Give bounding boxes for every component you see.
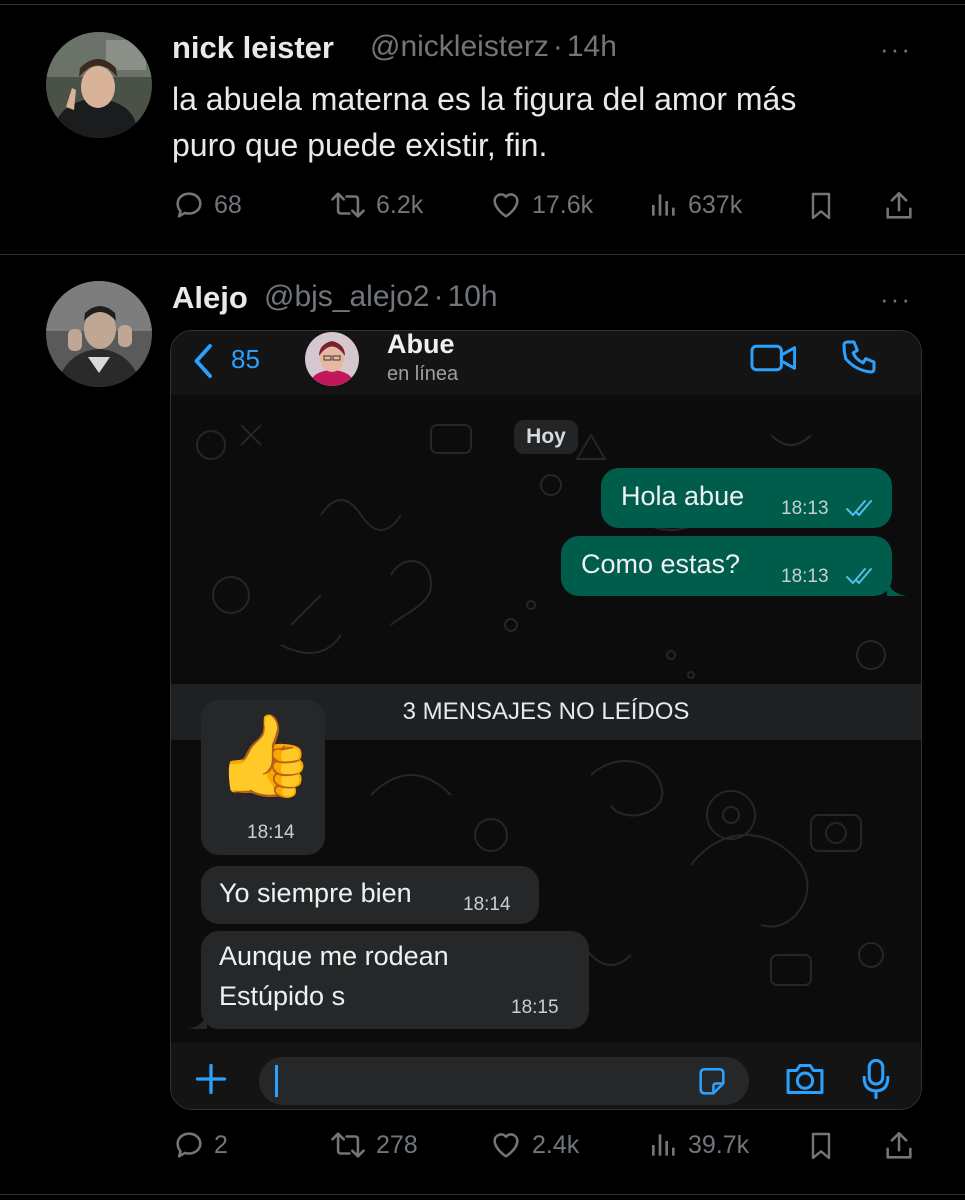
more-options-button[interactable]: ···	[880, 284, 912, 315]
like-count: 2.4k	[532, 1130, 580, 1159]
retweet-button[interactable]: 278	[328, 1128, 418, 1162]
share-button[interactable]	[882, 1128, 916, 1164]
more-options-button[interactable]: ···	[880, 34, 912, 65]
video-call-icon[interactable]	[749, 341, 799, 375]
double-check-icon	[846, 568, 872, 584]
views-button[interactable]: 39.7k	[648, 1128, 749, 1162]
contact-avatar[interactable]	[305, 332, 359, 386]
contact-name[interactable]: Abue	[387, 331, 455, 360]
date-chip: Hoy	[514, 420, 578, 454]
views-icon	[652, 194, 675, 216]
chat-background: Hoy Hola abue 18:13 Como estas? 18:13 3 …	[171, 395, 921, 1043]
message-text: Yo siempre bien	[219, 878, 412, 908]
message-bubble-incoming[interactable]: 👍 18:14	[201, 700, 325, 855]
retweet-icon	[331, 192, 365, 218]
heart-icon	[493, 193, 519, 218]
share-icon	[886, 191, 912, 219]
like-count: 17.6k	[532, 190, 594, 219]
chat-header: 85 Abue en línea	[171, 331, 921, 395]
heart-icon	[493, 1133, 519, 1158]
top-divider	[0, 4, 965, 5]
views-icon	[652, 1134, 675, 1156]
bookmark-button[interactable]	[805, 188, 837, 224]
avatar-alejo[interactable]	[46, 281, 152, 387]
bookmark-button[interactable]	[805, 1128, 837, 1164]
author-name[interactable]: Alejo	[172, 280, 248, 316]
reply-count: 2	[214, 1130, 228, 1159]
views-count: 637k	[688, 190, 743, 219]
share-icon	[886, 1131, 912, 1159]
message-text: Hola abue	[621, 481, 745, 511]
message-time: 18:15	[511, 997, 559, 1018]
message-bubble-incoming[interactable]: Yo siempre bien 18:14	[201, 866, 539, 924]
plus-icon[interactable]	[193, 1061, 229, 1097]
avatar-nick[interactable]	[46, 32, 152, 138]
tweet-text: la abuela materna es la figura del amor …	[172, 81, 797, 163]
reply-button[interactable]: 68	[172, 188, 242, 222]
message-time: 18:13	[781, 498, 829, 519]
retweet-icon	[331, 1132, 365, 1158]
bubble-tail	[887, 580, 907, 596]
share-button[interactable]	[882, 188, 916, 224]
bubble-tail	[187, 1013, 207, 1029]
views-button[interactable]: 637k	[648, 188, 742, 222]
message-bubble-outgoing[interactable]: Como estas? 18:13	[561, 536, 892, 596]
author-name[interactable]: nick leister	[172, 30, 334, 66]
timestamp[interactable]: 10h	[448, 280, 498, 313]
bottom-divider	[0, 1194, 965, 1195]
camera-icon[interactable]	[783, 1059, 827, 1099]
message-input[interactable]	[259, 1057, 749, 1105]
reply-count: 68	[214, 190, 242, 219]
phone-icon[interactable]	[839, 337, 879, 377]
message-text-line-1: Aunque me rodean	[219, 941, 449, 971]
sticker-icon[interactable]	[695, 1065, 729, 1099]
message-bubble-incoming[interactable]: Aunque me rodean Estúpido s 18:15	[201, 931, 589, 1029]
double-check-icon	[846, 500, 872, 516]
author-handle[interactable]: @bjs_alejo2 · 10h	[264, 280, 498, 314]
microphone-icon[interactable]	[859, 1057, 893, 1101]
contact-status: en línea	[387, 363, 459, 385]
back-count[interactable]: 85	[231, 344, 260, 375]
attached-image[interactable]: 85 Abue en línea Hoy Hola abue 18:13 Com…	[170, 330, 922, 1110]
author-handle[interactable]: @nickleisterz · 14h	[370, 30, 617, 64]
message-time: 18:14	[463, 894, 511, 915]
bookmark-icon	[811, 192, 831, 220]
handle-text: @nickleisterz	[370, 30, 549, 63]
retweet-count: 6.2k	[376, 190, 424, 219]
separator: ·	[433, 280, 444, 313]
bookmark-icon	[811, 1132, 831, 1160]
reply-icon	[176, 192, 202, 218]
message-time: 18:13	[781, 566, 829, 587]
message-text: Como estas?	[581, 549, 741, 579]
text-cursor	[275, 1065, 278, 1097]
views-count: 39.7k	[688, 1130, 750, 1159]
chat-input-bar	[171, 1043, 921, 1109]
retweet-count: 278	[376, 1130, 418, 1159]
like-button[interactable]: 17.6k	[488, 188, 593, 222]
retweet-button[interactable]: 6.2k	[328, 188, 423, 222]
message-text-line-2: Estúpido s	[219, 981, 346, 1011]
handle-text: @bjs_alejo2	[264, 280, 430, 313]
reply-icon	[176, 1132, 202, 1158]
chevron-left-icon[interactable]	[191, 343, 217, 379]
message-time: 18:14	[247, 822, 295, 843]
message-bubble-outgoing[interactable]: Hola abue 18:13	[601, 468, 892, 528]
like-button[interactable]: 2.4k	[488, 1128, 579, 1162]
timestamp[interactable]: 14h	[567, 30, 617, 63]
separator: ·	[552, 30, 563, 63]
thumbs-up-emoji: 👍	[215, 711, 315, 800]
tweet-divider	[0, 254, 965, 255]
reply-button[interactable]: 2	[172, 1128, 228, 1162]
